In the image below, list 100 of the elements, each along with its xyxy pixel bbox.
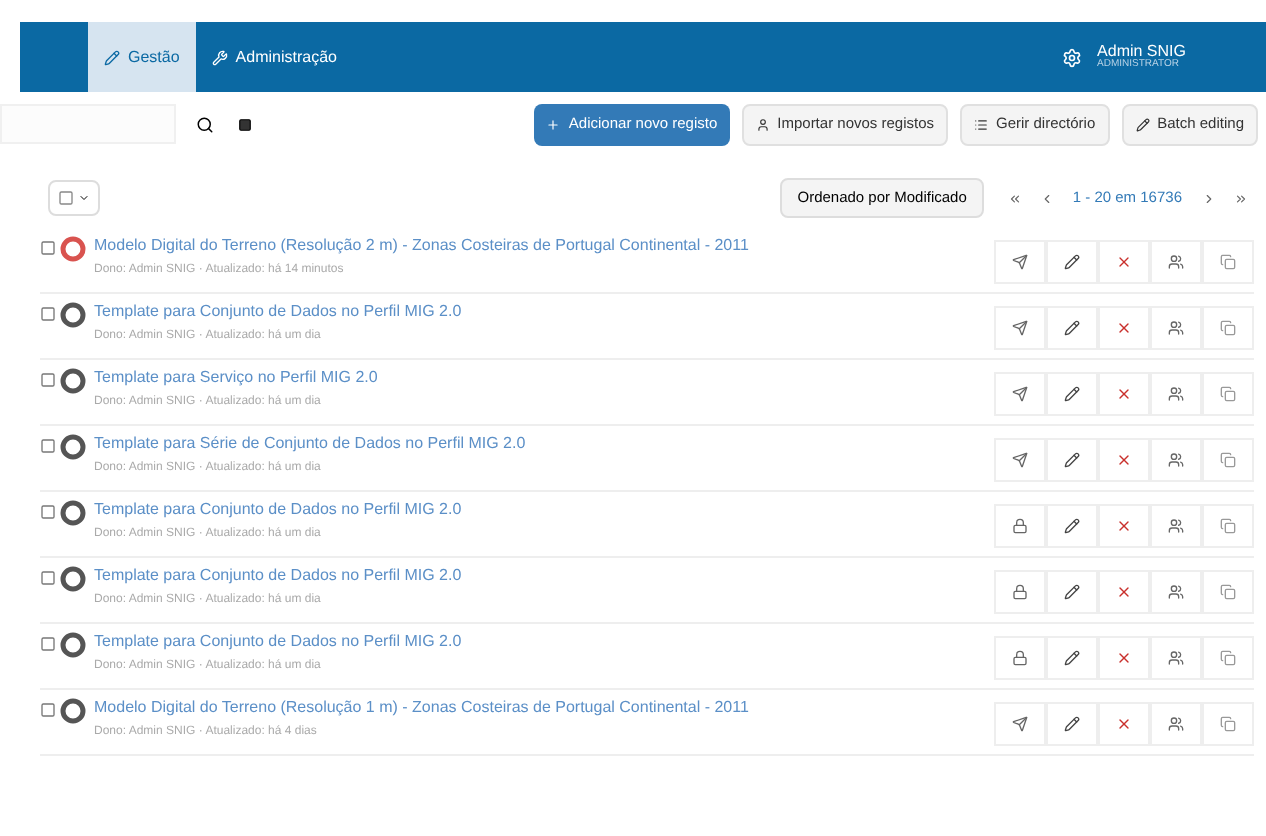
record-title-link[interactable]: Template para Conjunto de Dados no Perfil MIG 2.0 [94,566,914,586]
copy-button[interactable] [1202,636,1254,680]
record-title-link[interactable]: Template para Conjunto de Dados no Perfil MIG 2.0 [94,500,914,520]
copy-button[interactable] [1202,702,1254,746]
lock-button[interactable] [994,504,1046,548]
row-checkbox[interactable] [40,570,56,586]
record-title-link[interactable]: Modelo Digital do Terreno (Resolução 1 m) - Zonas Costeiras de Portugal Continental - 2011 [94,698,914,718]
publish-button[interactable] [994,372,1046,416]
edit-button[interactable] [1046,636,1098,680]
row-checkbox[interactable] [40,636,56,652]
user-gear-icon[interactable] [1061,47,1082,67]
copy-button[interactable] [1202,504,1254,548]
edit-button[interactable] [1046,240,1098,284]
paper-plane-icon [1012,386,1028,402]
users-button[interactable] [1150,306,1202,350]
select-dropdown[interactable] [48,180,100,216]
publish-button[interactable] [994,240,1046,284]
edit-button[interactable] [1046,570,1098,614]
close-icon [1116,386,1132,402]
copy-icon [1220,452,1236,468]
users-button[interactable] [1150,636,1202,680]
lock-icon [1012,584,1028,600]
copy-button[interactable] [1202,570,1254,614]
delete-button[interactable] [1098,636,1150,680]
users-button[interactable] [1150,372,1202,416]
lock-button[interactable] [994,636,1046,680]
copy-icon [1220,518,1236,534]
users-button[interactable] [1150,504,1202,548]
close-icon [1116,716,1132,732]
pencil-icon [1064,386,1080,402]
edit-button[interactable] [1046,702,1098,746]
pencil-icon [1064,518,1080,534]
close-icon [1116,254,1132,270]
edit-button[interactable] [1046,504,1098,548]
edit-button[interactable] [1046,372,1098,416]
users-button[interactable] [1150,702,1202,746]
record-title-link[interactable]: Modelo Digital do Terreno (Resolução 2 m) - Zonas Costeiras de Portugal Continental - 2011 [94,236,914,256]
copy-icon [1220,716,1236,732]
copy-button[interactable] [1202,306,1254,350]
row-checkbox[interactable] [40,702,56,718]
pencil-icon [104,49,120,65]
pencil-icon [1064,254,1080,270]
close-icon [1116,518,1132,534]
copy-button[interactable] [1202,438,1254,482]
double-chevron-left-icon [1007,191,1022,205]
user-name[interactable]: Admin SNIG [1097,44,1186,60]
nav-tab[interactable]: Administração [195,22,353,92]
close-icon [1116,452,1132,468]
pencil-icon [1064,716,1080,732]
chevron-left-icon [1039,191,1054,205]
delete-button[interactable] [1098,372,1150,416]
paper-plane-icon [1012,716,1028,732]
users-icon [1168,716,1184,732]
square-icon [237,117,251,131]
copy-icon [1220,386,1236,402]
pencil-icon [1064,320,1080,336]
checkbox-icon [58,190,74,206]
paper-plane-icon [1012,452,1028,468]
record-title-link[interactable]: Template para Conjunto de Dados no Perfil MIG 2.0 [94,632,914,652]
delete-button[interactable] [1098,306,1150,350]
pencil-icon [1135,117,1150,131]
users-icon [1168,518,1184,534]
close-icon [1116,650,1132,666]
record-title-link[interactable]: Template para Conjunto de Dados no Perfil MIG 2.0 [94,302,914,322]
users-icon [1168,650,1184,666]
row-checkbox[interactable] [40,504,56,520]
record-title-link[interactable]: Template para Série de Conjunto de Dados no Perfil MIG 2.0 [94,434,914,454]
users-icon [1168,452,1184,468]
delete-button[interactable] [1098,702,1150,746]
row-checkbox[interactable] [40,306,56,322]
delete-button[interactable] [1098,240,1150,284]
publish-button[interactable] [994,702,1046,746]
record-title-link[interactable]: Template para Serviço no Perfil MIG 2.0 [94,368,914,388]
row-checkbox[interactable] [40,438,56,454]
row-checkbox[interactable] [40,372,56,388]
double-chevron-right-icon [1233,191,1247,205]
users-button[interactable] [1150,570,1202,614]
users-icon [1168,584,1184,600]
lock-button[interactable] [994,570,1046,614]
delete-button[interactable] [1098,570,1150,614]
delete-button[interactable] [1098,504,1150,548]
copy-button[interactable] [1202,240,1254,284]
user-icon [755,117,770,131]
copy-button[interactable] [1202,372,1254,416]
close-icon [1116,320,1132,336]
users-icon [1168,320,1184,336]
publish-button[interactable] [994,438,1046,482]
edit-button[interactable] [1046,438,1098,482]
copy-icon [1220,254,1236,270]
copy-icon [1220,650,1236,666]
users-button[interactable] [1150,240,1202,284]
users-button[interactable] [1150,438,1202,482]
row-checkbox[interactable] [40,240,56,256]
chevron-right-icon [1201,191,1215,205]
edit-button[interactable] [1046,306,1098,350]
plus-icon [546,117,561,131]
publish-button[interactable] [994,306,1046,350]
delete-button[interactable] [1098,438,1150,482]
nav-tab[interactable]: Gestão [88,22,196,92]
close-icon [1116,584,1132,600]
